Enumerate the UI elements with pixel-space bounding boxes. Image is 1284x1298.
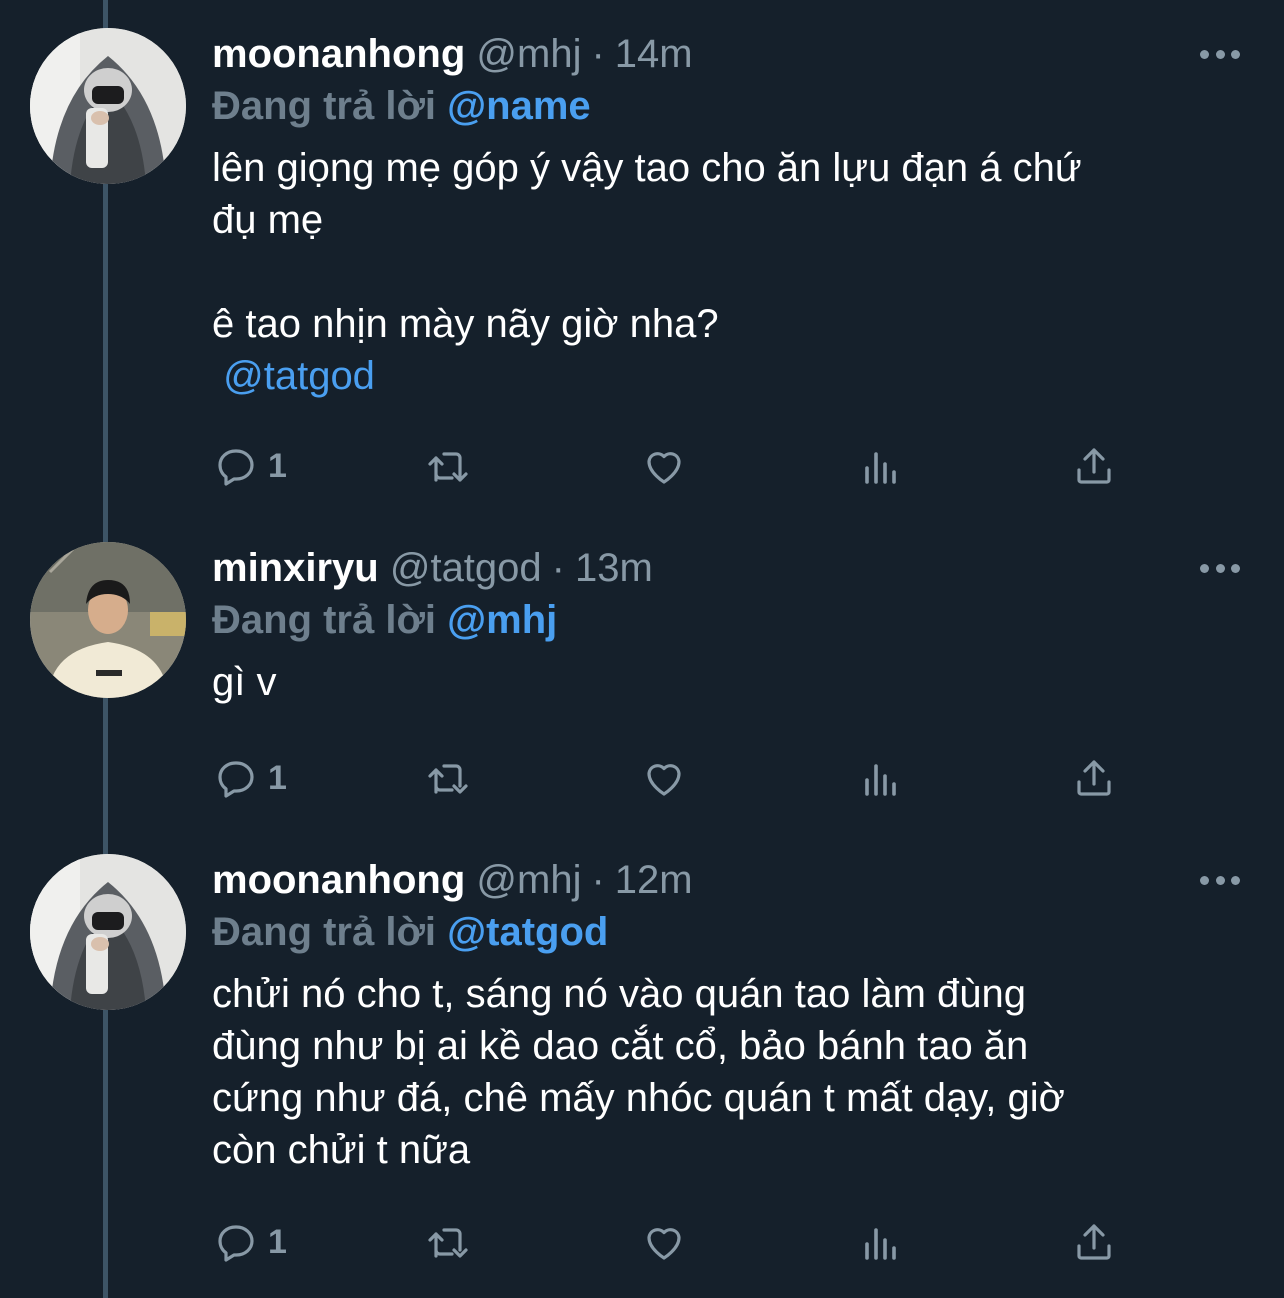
reply-icon (218, 1225, 254, 1262)
retweet-icon (428, 1228, 468, 1258)
like-button[interactable] (640, 440, 688, 492)
replying-to-label: Đang trả lời (212, 84, 437, 128)
share-button[interactable] (1070, 1216, 1118, 1268)
avatar[interactable] (30, 854, 186, 1010)
tweet-text: chửi nó cho t, sáng nó vào quán tao làm … (212, 968, 1254, 1176)
retweet-button[interactable] (424, 1216, 472, 1268)
mention-link[interactable]: @tatgod (212, 350, 1254, 402)
reply-button[interactable]: 1 (212, 1216, 287, 1268)
tweet-text: lên giọng mẹ góp ý vậy tao cho ăn lựu đạ… (212, 142, 1254, 402)
like-button[interactable] (640, 1216, 688, 1268)
tweet-header: moonanhong @mhj · 14m (212, 28, 1254, 80)
replying-to-label: Đang trả lời (212, 910, 437, 954)
analytics-icon (865, 764, 896, 796)
more-icon[interactable] (1200, 558, 1240, 578)
analytics-button[interactable] (857, 752, 905, 804)
retweet-icon (428, 452, 468, 482)
user-handle[interactable]: @tatgod (390, 546, 542, 590)
share-button[interactable] (1070, 752, 1118, 804)
avatar-person-cream-shirt-image (30, 542, 186, 698)
tweet-text-line: chửi nó cho t, sáng nó vào quán tao làm … (212, 972, 1027, 1016)
share-icon (1077, 448, 1111, 484)
replying-to: Đang trả lời @mhj (212, 594, 1254, 646)
tweet-header: moonanhong @mhj · 12m (212, 854, 1254, 906)
share-icon (1077, 1224, 1111, 1260)
more-icon[interactable] (1200, 870, 1240, 890)
like-icon (647, 764, 681, 796)
reply-count: 1 (268, 758, 287, 797)
display-name[interactable]: moonanhong (212, 32, 465, 76)
reply-count: 1 (268, 446, 287, 485)
analytics-button[interactable] (857, 1216, 905, 1268)
display-name[interactable]: minxiryu (212, 546, 379, 590)
tweet-actions: 1 (212, 752, 1132, 804)
user-handle[interactable]: @mhj (476, 858, 581, 902)
display-name[interactable]: moonanhong (212, 858, 465, 902)
tweet-text-line: còn chửi t nữa (212, 1128, 471, 1172)
tweet-text-line: gì v (212, 660, 277, 704)
tweet-actions: 1 (212, 1216, 1132, 1268)
analytics-icon (865, 1228, 896, 1260)
timestamp[interactable]: 14m (615, 32, 693, 76)
tweet-text: gì v (212, 656, 1254, 708)
separator-dot: · (591, 32, 605, 76)
reply-button[interactable]: 1 (212, 440, 287, 492)
tweet-text-line: cứng như đá, chê mấy nhóc quán t mất dạy… (212, 1076, 1065, 1120)
retweet-button[interactable] (424, 440, 472, 492)
avatar-hooded-masked-image (30, 28, 186, 184)
more-icon[interactable] (1200, 44, 1240, 64)
reply-icon (218, 761, 254, 798)
separator-dot: · (551, 546, 565, 590)
separator-dot: · (591, 858, 605, 902)
like-icon (647, 452, 681, 484)
avatar-hooded-masked-image (30, 854, 186, 1010)
like-button[interactable] (640, 752, 688, 804)
reply-button[interactable]: 1 (212, 752, 287, 804)
replying-to-mention[interactable]: @mhj (447, 598, 557, 642)
tweet-actions: 1 (212, 440, 1132, 492)
retweet-button[interactable] (424, 752, 472, 804)
replying-to-mention[interactable]: @tatgod (447, 910, 608, 954)
reply-icon (218, 449, 254, 486)
avatar[interactable] (30, 542, 186, 698)
avatar[interactable] (30, 28, 186, 184)
retweet-icon (428, 764, 468, 794)
tweet-header: minxiryu @tatgod · 13m (212, 542, 1254, 594)
share-icon (1077, 760, 1111, 796)
tweet-text-line: đụ mẹ (212, 198, 324, 242)
user-handle[interactable]: @mhj (476, 32, 581, 76)
replying-to-mention[interactable]: @name (447, 84, 591, 128)
replying-to: Đang trả lời @tatgod (212, 906, 1254, 958)
reply-count: 1 (268, 1222, 287, 1261)
timestamp[interactable]: 12m (615, 858, 693, 902)
timestamp[interactable]: 13m (575, 546, 653, 590)
replying-to-label: Đang trả lời (212, 598, 437, 642)
like-icon (647, 1228, 681, 1260)
tweet-text-line (212, 246, 1254, 298)
replying-to: Đang trả lời @name (212, 80, 1254, 132)
tweet-text-line: lên giọng mẹ góp ý vậy tao cho ăn lựu đạ… (212, 146, 1082, 190)
analytics-icon (865, 452, 896, 484)
share-button[interactable] (1070, 440, 1118, 492)
analytics-button[interactable] (857, 440, 905, 492)
tweet-text-line: ê tao nhịn mày nãy giờ nha? (212, 302, 719, 346)
tweet-text-line: đùng như bị ai kề dao cắt cổ, bảo bánh t… (212, 1024, 1029, 1068)
